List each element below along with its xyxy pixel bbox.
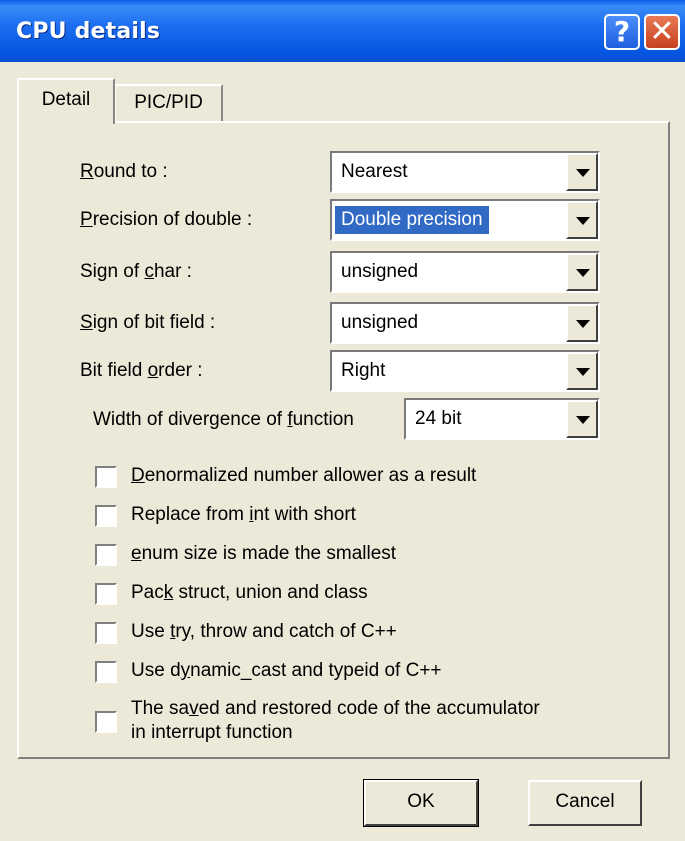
label-text: Use d bbox=[131, 660, 181, 681]
label-text: ign of bit field : bbox=[92, 312, 216, 333]
access-key: k bbox=[163, 582, 174, 603]
checkbox-pack-struct[interactable] bbox=[95, 583, 117, 605]
precision-label: Precision of double : bbox=[80, 209, 252, 231]
label-text: nt with short bbox=[253, 504, 356, 525]
checkbox-try-throw-catch-label[interactable]: Use try, throw and catch of C++ bbox=[131, 620, 397, 644]
access-key: R bbox=[80, 161, 94, 182]
access-key: v bbox=[189, 698, 199, 719]
sign-of-bit-field-value: unsigned bbox=[341, 312, 419, 333]
label-text: The sa bbox=[131, 698, 190, 719]
divergence-width-value: 24 bit bbox=[415, 408, 462, 429]
sign-of-char-value: unsigned bbox=[341, 261, 419, 282]
label-text: Width of divergence of bbox=[93, 409, 288, 430]
title-bar[interactable]: CPU details ? ✕ bbox=[0, 0, 685, 62]
checkbox-dynamic-cast[interactable] bbox=[95, 661, 117, 683]
checkbox-save-accumulator-label[interactable]: The saved and restored code of the accum… bbox=[131, 697, 540, 745]
label-text: Sign of bbox=[80, 261, 145, 282]
bit-field-order-value: Right bbox=[341, 360, 386, 381]
chevron-down-icon[interactable] bbox=[566, 153, 598, 191]
label-text: ry, throw and catch of C++ bbox=[175, 621, 397, 642]
chevron-down-icon[interactable] bbox=[566, 304, 598, 342]
ok-button[interactable]: OK bbox=[363, 779, 479, 827]
round-to-value: Nearest bbox=[341, 161, 408, 182]
label-text: ed and restored code of the accumulator bbox=[198, 698, 540, 719]
access-key: y bbox=[180, 660, 191, 681]
close-button[interactable]: ✕ bbox=[644, 14, 680, 50]
bit-field-order-label: Bit field order : bbox=[80, 360, 203, 382]
bit-field-order-select[interactable]: Right bbox=[330, 350, 600, 392]
tab-pic-pid[interactable]: PIC/PID bbox=[115, 84, 223, 122]
checkbox-try-throw-catch[interactable] bbox=[95, 622, 117, 644]
label-text: struct, union and class bbox=[173, 582, 368, 603]
label-text: enormalized number allower as a result bbox=[144, 465, 477, 486]
access-key: P bbox=[80, 209, 93, 230]
checkbox-replace-int-short-label[interactable]: Replace from int with short bbox=[131, 503, 356, 527]
access-key: S bbox=[80, 312, 93, 333]
divergence-width-select[interactable]: 24 bit bbox=[404, 398, 600, 440]
chevron-down-icon[interactable] bbox=[566, 352, 598, 390]
chevron-down-icon[interactable] bbox=[566, 253, 598, 291]
sign-of-bit-field-label: Sign of bit field : bbox=[80, 312, 215, 334]
label-text: Bit field bbox=[80, 360, 148, 381]
checkbox-dynamic-cast-label[interactable]: Use dynamic_cast and typeid of C++ bbox=[131, 659, 442, 683]
round-to-label: Round to : bbox=[80, 161, 168, 183]
label-text: num size is made the smallest bbox=[141, 543, 397, 564]
window-title: CPU details bbox=[16, 19, 161, 44]
tab-detail[interactable]: Detail bbox=[17, 78, 115, 124]
precision-select[interactable]: Double precision bbox=[330, 199, 600, 241]
checkbox-denormalized-label[interactable]: Denormalized number allower as a result bbox=[131, 464, 476, 488]
checkbox-denormalized[interactable] bbox=[95, 466, 117, 488]
access-key: o bbox=[147, 360, 159, 381]
chevron-down-icon[interactable] bbox=[566, 201, 598, 239]
sign-of-bit-field-select[interactable]: unsigned bbox=[330, 302, 600, 344]
round-to-select[interactable]: Nearest bbox=[330, 151, 600, 193]
label-text: har : bbox=[153, 261, 192, 282]
cpu-details-dialog: CPU details ? ✕ Detail PIC/PID Round to … bbox=[0, 0, 685, 841]
chevron-down-icon[interactable] bbox=[566, 400, 598, 438]
access-key: e bbox=[131, 543, 142, 564]
label-text: unction bbox=[292, 409, 354, 430]
divergence-width-label: Width of divergence of function bbox=[93, 409, 354, 431]
checkbox-replace-int-short[interactable] bbox=[95, 505, 117, 527]
access-key: c bbox=[144, 261, 154, 282]
label-text: Pac bbox=[131, 582, 164, 603]
label-text: namic_cast and typeid of C++ bbox=[190, 660, 442, 681]
checkbox-save-accumulator[interactable] bbox=[95, 711, 117, 733]
label-text: Replace from bbox=[131, 504, 250, 525]
label-text: Use bbox=[131, 621, 171, 642]
sign-of-char-select[interactable]: unsigned bbox=[330, 251, 600, 293]
sign-of-char-label: Sign of char : bbox=[80, 261, 192, 283]
label-text: ound to : bbox=[93, 161, 168, 182]
precision-value: Double precision bbox=[335, 206, 489, 234]
help-button[interactable]: ? bbox=[604, 14, 640, 50]
label-text: in interrupt function bbox=[131, 722, 293, 743]
checkbox-pack-struct-label[interactable]: Pack struct, union and class bbox=[131, 581, 368, 605]
label-text: recision of double : bbox=[92, 209, 253, 230]
label-text: rder : bbox=[158, 360, 203, 381]
cancel-button[interactable]: Cancel bbox=[528, 780, 642, 826]
checkbox-enum-size-label[interactable]: enum size is made the smallest bbox=[131, 542, 396, 566]
checkbox-enum-size[interactable] bbox=[95, 544, 117, 566]
access-key: D bbox=[131, 465, 145, 486]
